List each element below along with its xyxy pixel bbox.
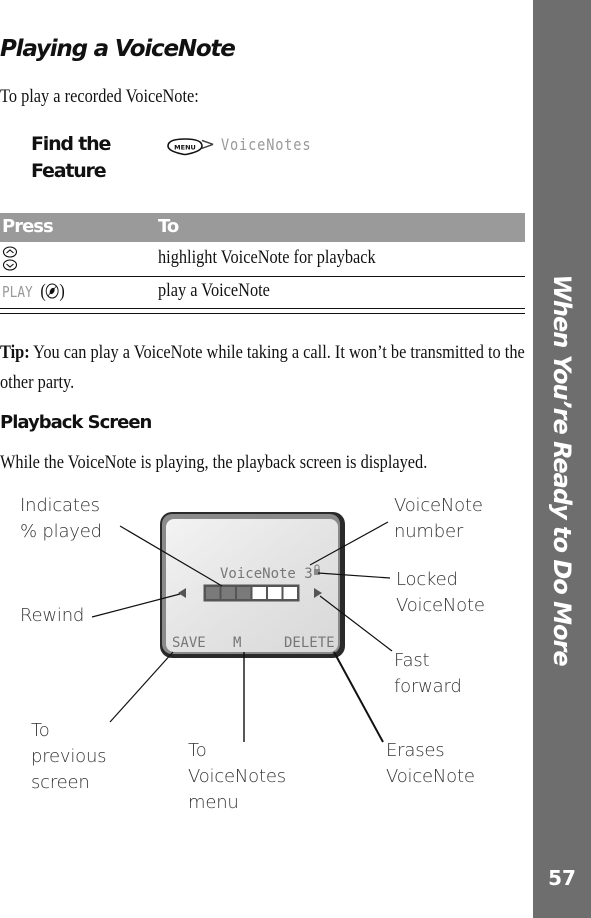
- tip-label: Tip:: [0, 342, 30, 363]
- leader-rewind: [91, 593, 181, 618]
- callout-percent-played: Indicates % played: [20, 493, 102, 545]
- find-feature-path: > VoiceNotes: [200, 134, 327, 155]
- page-number: 57: [548, 866, 576, 890]
- progress-segment-filled: [237, 587, 251, 599]
- callout-voicenotes-menu: To VoiceNotes menu: [188, 738, 286, 816]
- callout-line: To: [188, 740, 207, 761]
- progress-segment-empty: [268, 587, 282, 599]
- playback-description: While the VoiceNote is playing, the play…: [0, 452, 428, 473]
- progress-segment-filled: [221, 587, 235, 599]
- progress-segment-empty: [252, 587, 266, 599]
- callout-rewind: Rewind: [20, 603, 84, 629]
- progress-segment-empty: [283, 587, 297, 599]
- find-feature-label: Find the Feature: [31, 131, 111, 185]
- table-row: PLAY ( ) play a VoiceNote: [0, 277, 525, 309]
- rewind-arrow-icon[interactable]: [178, 588, 186, 598]
- find-feature-label-line2: Feature: [31, 160, 107, 182]
- callout-line: VoiceNote: [394, 495, 483, 516]
- header-to: To: [158, 216, 179, 237]
- softkey-save[interactable]: SAVE: [172, 635, 206, 651]
- header-press: Press: [2, 216, 54, 237]
- callout-line: Erases: [386, 740, 445, 761]
- leader-locked: [317, 572, 391, 579]
- callout-line: Indicates: [20, 495, 100, 516]
- intro-text: To play a recorded VoiceNote:: [0, 86, 199, 107]
- softkey-menu[interactable]: M: [233, 635, 241, 651]
- playback-heading: Playback Screen: [0, 412, 152, 433]
- table-header: Press To: [0, 213, 525, 242]
- callout-line: screen: [31, 772, 90, 793]
- phone-display: VoiceNote 3 SAVE M DELETE: [160, 512, 345, 658]
- row-action: play a VoiceNote: [158, 280, 270, 301]
- callout-line: VoiceNotes: [188, 766, 286, 787]
- progress-bar: [203, 584, 300, 602]
- callout-line: previous: [31, 746, 107, 767]
- callout-line: Locked: [396, 569, 458, 590]
- section-title: Playing a VoiceNote: [0, 36, 236, 62]
- phone-screen-title: VoiceNote 3: [220, 566, 313, 582]
- menu-key-text: MENU: [174, 144, 196, 152]
- callout-line: To: [31, 720, 50, 741]
- softkey-delete[interactable]: DELETE: [284, 635, 335, 651]
- menu-key-icon: MENU: [167, 138, 203, 156]
- leader-erases: [333, 651, 384, 743]
- play-softkey-label: PLAY ( ): [2, 281, 65, 302]
- callout-line: Rewind: [20, 605, 85, 626]
- callout-fast-forward: Fast forward: [394, 648, 462, 700]
- scroll-up-down-keys-icon: [2, 246, 18, 271]
- progress-segment-filled: [206, 587, 220, 599]
- callout-line: % played: [20, 521, 102, 542]
- callout-erases-voicenote: Erases VoiceNote: [386, 738, 475, 790]
- table-bottom-rule: [0, 313, 525, 314]
- leader-previous-screen: [109, 651, 174, 723]
- press-to-table: Press To highlight VoiceNote for playbac…: [0, 213, 525, 309]
- callout-line: VoiceNote: [386, 766, 475, 787]
- progress-bar-frame: [203, 584, 300, 602]
- callout-leader-lines: [91, 521, 393, 743]
- lock-icon: [314, 564, 320, 575]
- chapter-title: When You’re Ready to Do More: [548, 274, 576, 666]
- callout-line: forward: [394, 676, 462, 697]
- table-row: highlight VoiceNote for playback: [0, 242, 525, 277]
- path-separator: >: [200, 134, 216, 155]
- find-feature-label-line1: Find the: [31, 133, 111, 155]
- chapter-sidebar: When You’re Ready to Do More 57: [533, 0, 591, 918]
- leader-fast-forward: [319, 595, 393, 652]
- row-action: highlight VoiceNote for playback: [158, 247, 376, 268]
- callout-previous-screen: To previous screen: [31, 718, 107, 796]
- path-item-voicenotes: VoiceNotes: [221, 135, 312, 154]
- fast-forward-arrow-icon[interactable]: [314, 588, 322, 598]
- callout-line: VoiceNote: [396, 595, 485, 616]
- callout-line: menu: [188, 792, 239, 813]
- tip-text: You can play a VoiceNote while taking a …: [0, 342, 525, 393]
- leader-percent-played: [119, 525, 223, 587]
- callout-line: Fast: [394, 650, 430, 671]
- callout-line: number: [394, 521, 464, 542]
- play-text: PLAY: [2, 283, 33, 301]
- callout-voicenote-number: VoiceNote number: [394, 493, 483, 545]
- tip-paragraph: Tip: You can play a VoiceNote while taki…: [0, 338, 550, 398]
- leader-voicenote-number: [309, 521, 389, 566]
- callout-locked-voicenote: Locked VoiceNote: [396, 567, 485, 619]
- select-key-icon: [46, 283, 59, 299]
